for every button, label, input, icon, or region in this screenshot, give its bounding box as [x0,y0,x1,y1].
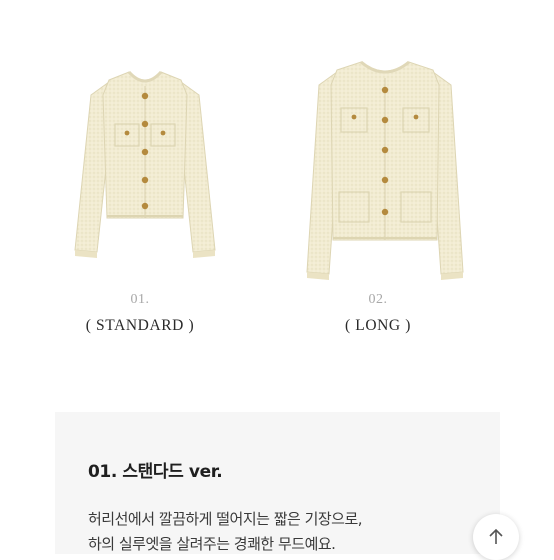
standard-jacket-image [74,70,216,258]
product-standard[interactable]: 01. ( STANDARD ) [5,0,275,360]
long-jacket-image [306,60,464,280]
product-name: ( LONG ) [345,317,411,334]
description-card: 01. 스탠다드 ver. 허리선에서 깔끔하게 떨어지는 짧은 기장으로, 하… [55,412,500,554]
product-comparison: 01. ( STANDARD ) 02. (LONG) [0,0,554,400]
product-name: ( STANDARD ) [85,317,195,334]
description-title: 01. 스탠다드 ver. [88,462,223,482]
scroll-to-top-button[interactable] [473,514,519,560]
product-long[interactable]: 02. ( LONG ) [279,0,549,360]
product-number: 02. [368,292,388,307]
description-line: 하의 실루엣을 살려주는 경쾌한 무드예요. [88,535,336,553]
arrow-up-icon [489,528,503,544]
description-line: 허리선에서 깔끔하게 떨어지는 짧은 기장으로, [88,510,363,528]
product-number: 01. [130,292,150,307]
